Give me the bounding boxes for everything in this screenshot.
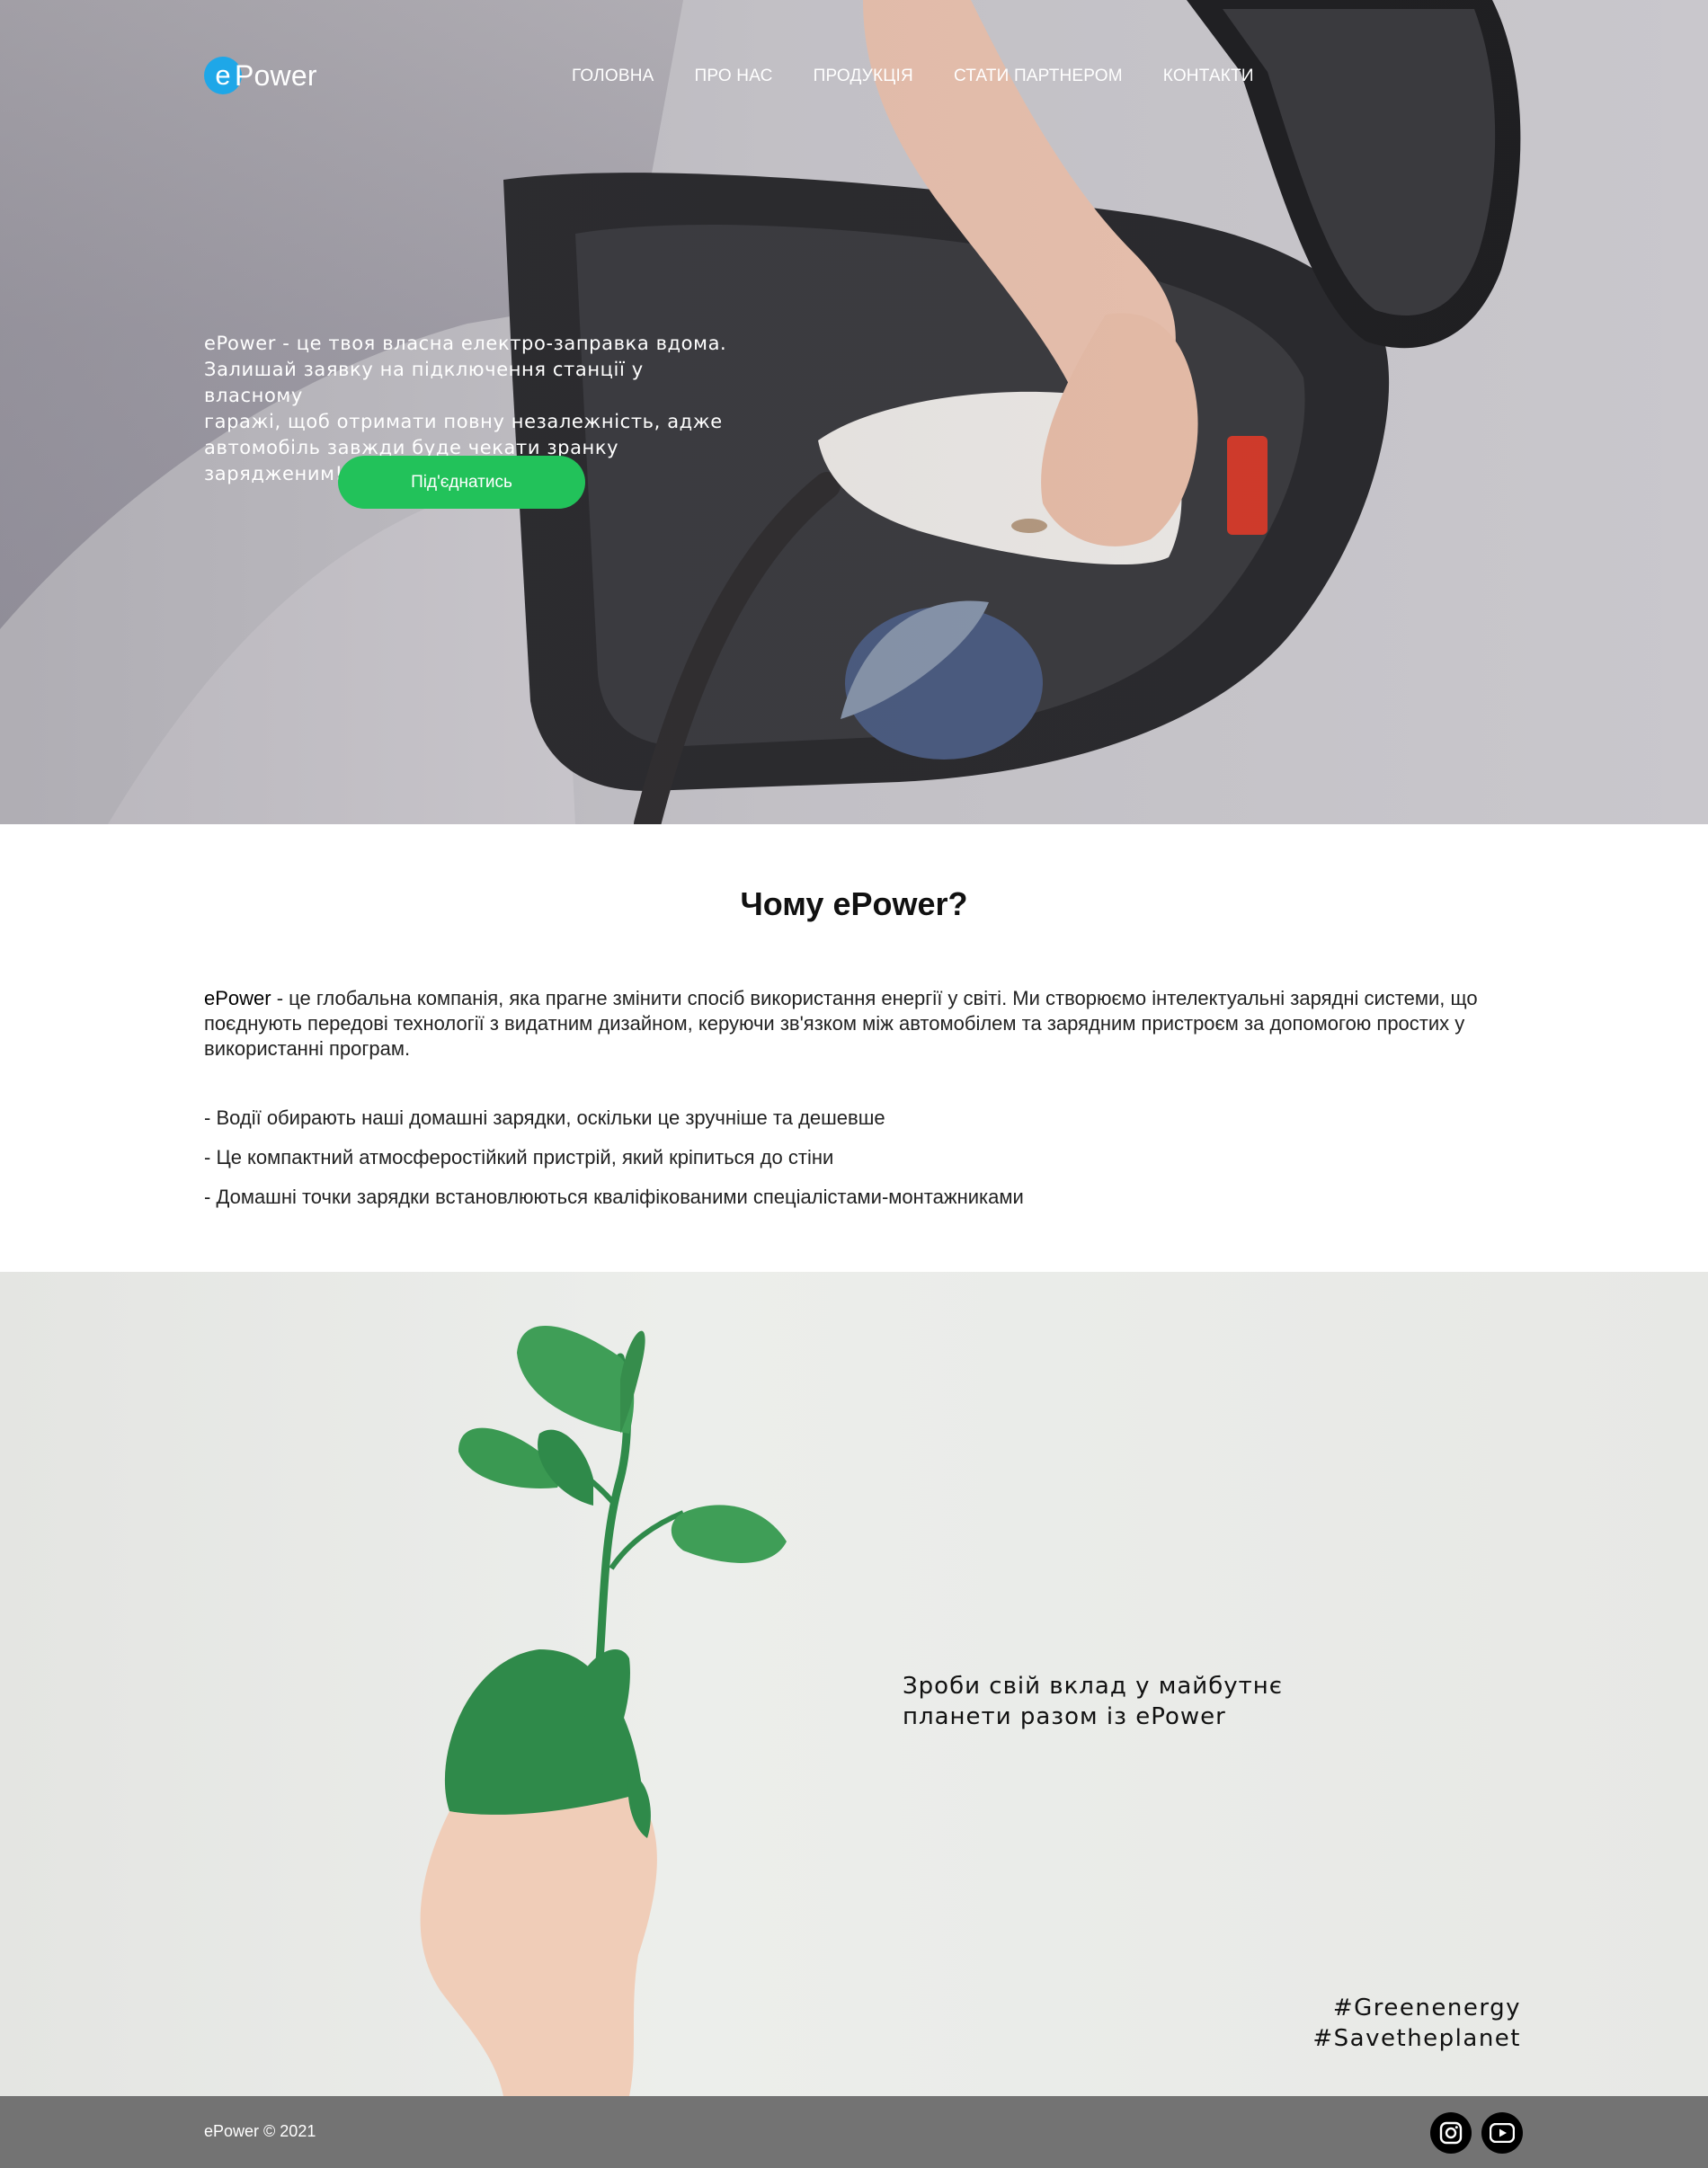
why-title: Чому ePower? [740,885,968,922]
youtube-link[interactable] [1481,2112,1523,2154]
why-paragraph: ePower - це глобальна компанія, яка праг… [204,986,1535,1062]
brand-name: ePower [204,987,271,1009]
hand-plant-photo [420,1325,787,2096]
main-nav: ГОЛОВНА ПРО НАС ПРОДУКЦІЯ СТАТИ ПАРТНЕРО… [572,67,1294,86]
footer: ePower © 2021 [0,2096,1708,2168]
hashtags: #Greenenergy #Savetheplanet [1312,1993,1521,2054]
nav-partner[interactable]: СТАТИ ПАРТНЕРОМ [954,67,1123,86]
nav-products[interactable]: ПРОДУКЦІЯ [814,67,913,86]
nav-about[interactable]: ПРО НАС [695,67,773,86]
logo[interactable]: e Power [204,54,317,97]
hero-section: e Power ГОЛОВНА ПРО НАС ПРОДУКЦІЯ СТАТИ … [0,0,1708,824]
hero-line: ePower - це твоя власна електро-заправка… [204,333,727,354]
why-paragraph-text: - це глобальна компанія, яка прагне змін… [204,987,1478,1060]
list-item: - Це компактний атмосферостійкий пристрі… [204,1146,834,1168]
hero-line: Залишай заявку на підключення станції у … [204,359,644,406]
instagram-icon [1439,2121,1463,2145]
hero-line: гаражі, щоб отримати повну незалежність,… [204,411,723,432]
logo-text: Power [235,58,317,92]
list-item: - Водії обирають наші домашні зарядки, о… [204,1106,885,1129]
hashtag: #Savetheplanet [1312,2025,1521,2052]
youtube-icon [1490,2123,1515,2143]
hashtag: #Greenenergy [1332,1995,1521,2021]
list-item: - Домашні точки зарядки встановлюються к… [204,1186,1024,1208]
benefits-list: - Водії обирають наші домашні зарядки, о… [204,1106,1535,1224]
slogan-line: планети разом із ePower [903,1703,1226,1730]
nav-home[interactable]: ГОЛОВНА [572,67,654,86]
instagram-link[interactable] [1430,2112,1472,2154]
planet-section: Зроби свій вклад у майбутнє планети разо… [0,1272,1708,2096]
planet-slogan: Зроби свій вклад у майбутнє планети разо… [903,1671,1352,1732]
copyright: ePower © 2021 [204,2122,316,2140]
why-section: Чому ePower? ePower - це глобальна компа… [0,824,1708,1272]
slogan-line: Зроби свій вклад у майбутнє [903,1673,1284,1700]
connect-button[interactable]: Під'єднатись [338,456,585,509]
nav-contacts[interactable]: КОНТАКТИ [1163,67,1254,86]
